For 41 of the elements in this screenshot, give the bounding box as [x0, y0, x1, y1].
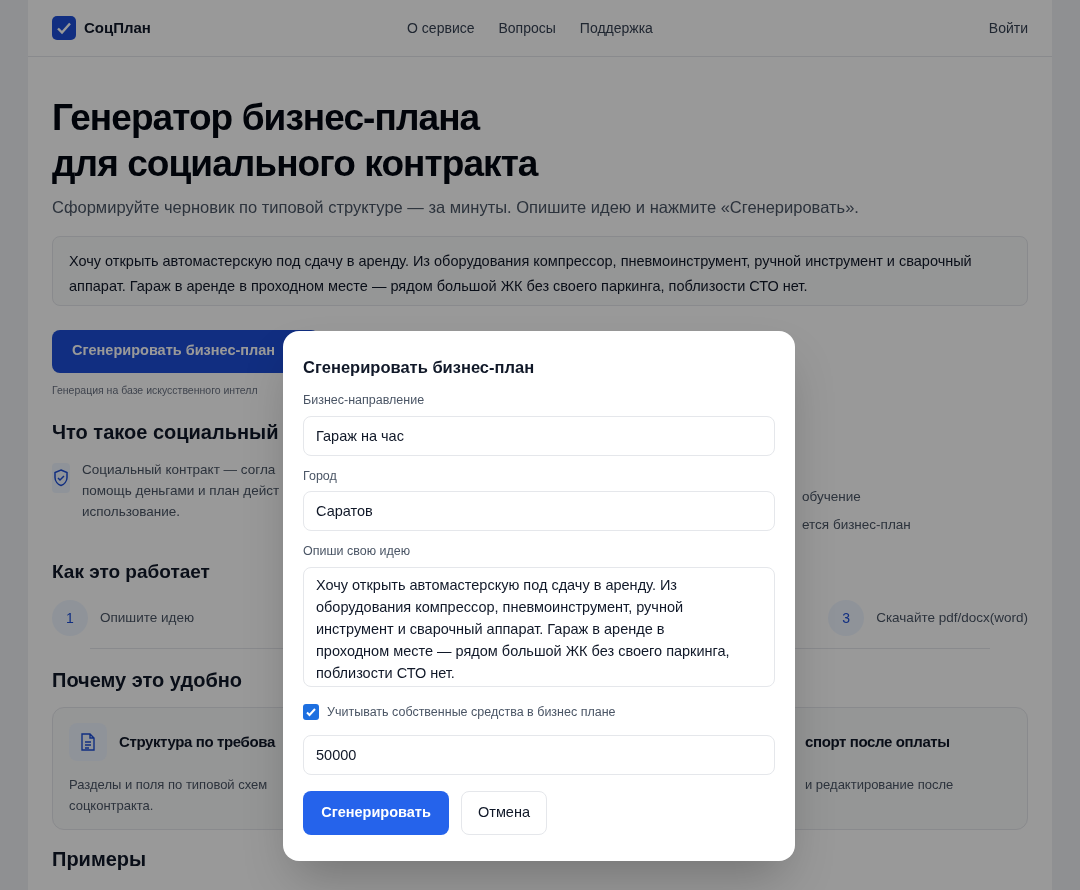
field-label: Город: [303, 467, 338, 485]
text-field[interactable]: Гараж на час: [303, 415, 775, 456]
section-heading: Примеры: [52, 847, 147, 872]
about-item-text: обучение: [802, 487, 861, 506]
cancel-button[interactable]: Отмена: [461, 790, 547, 835]
idea-field[interactable]: Хочу открыть автомастерскую под сдачу в аренду. Из оборудования компрессор, пневмоинструмент, ручной инструмент и сварочный аппарат. Гараж в аренде в проходном месте — рядом большой ЖК без своего паркинга, поблизости СТО нет.: [52, 235, 1028, 306]
about-text-line: помощь деньгами и план дейст: [82, 481, 280, 500]
section-heading: Почему это удобно: [52, 668, 243, 693]
shield-icon: [52, 462, 70, 493]
card-title: Структура по требова: [119, 731, 275, 752]
card-text-line: и редактирование после: [805, 776, 954, 794]
step-label: Опишите идею: [100, 608, 195, 627]
ai-note: Генерация на базе искусственного интелл: [52, 382, 259, 398]
about-item-text: ется бизнес-план: [802, 515, 911, 534]
about-text-line: Социальный контракт — согла: [82, 460, 276, 479]
step-label: Скачайте pdf/docx(word): [876, 608, 1028, 627]
nav-link[interactable]: Вопросы: [498, 17, 556, 39]
section-heading: Как это работает: [52, 559, 210, 584]
amount-field[interactable]: 50000: [303, 734, 775, 775]
document-icon: [69, 723, 107, 761]
page-title: Генератор бизнес-плана для социального контракта: [52, 96, 540, 186]
page-subtitle: Сформируйте черновик по типовой структуре — за минуты. Опишите идею и нажмите «Сгенерировать».: [52, 197, 860, 218]
idea-textarea[interactable]: Хочу открыть автомастерскую под сдачу в аренду. Из оборудования компрессор, пневмоинструмент, ручной инструмент и сварочный аппарат. Гараж в аренде в проходном месте — рядом большой ЖК без своего паркинга, поблизости СТО нет.: [303, 567, 775, 687]
checkbox[interactable]: [303, 704, 319, 721]
logo-text: СоцПлан: [84, 17, 151, 38]
card-title: спорт после оплаты: [805, 731, 950, 752]
logo-check-icon: [52, 16, 76, 40]
step-number: 3: [828, 600, 865, 636]
submit-button[interactable]: Сгенерировать: [303, 790, 449, 835]
card-text-line: соцконтракта.: [69, 797, 154, 815]
text-field[interactable]: Саратов: [303, 491, 775, 532]
card-text-line: Разделы и поля по типовой схем: [69, 776, 268, 794]
field-label: Опиши свою идею: [303, 543, 412, 561]
field-label: Бизнес-направление: [303, 391, 426, 409]
about-text-line: использование.: [82, 502, 181, 521]
step-number: 1: [52, 600, 88, 636]
nav-link[interactable]: Поддержка: [579, 17, 653, 39]
section-heading: Что такое социальный: [52, 419, 279, 445]
login-link[interactable]: Войти: [728, 17, 1028, 39]
nav-link[interactable]: О сервисе: [407, 17, 475, 39]
checkbox-label: Учитывать собственные средства в бизнес плане: [327, 704, 616, 721]
